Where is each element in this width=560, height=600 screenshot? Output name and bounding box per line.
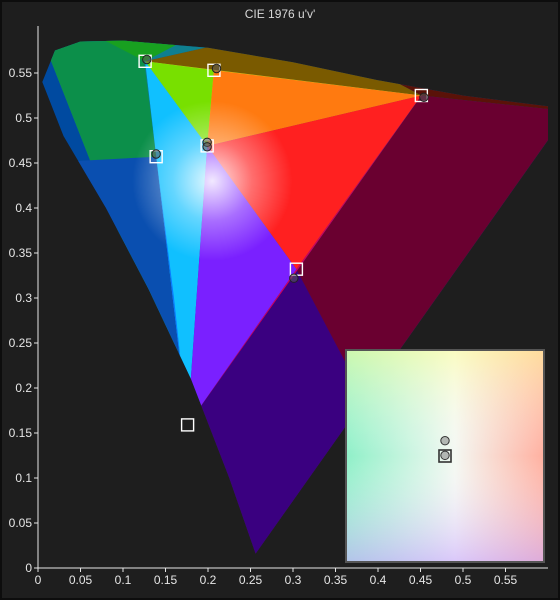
y-tick-label: 0.45 bbox=[9, 156, 33, 170]
measured-circle-marker bbox=[202, 142, 212, 152]
y-tick-label: 0.05 bbox=[9, 516, 33, 530]
x-tick-label: 0.15 bbox=[154, 573, 178, 587]
y-tick-label: 0.35 bbox=[9, 246, 33, 260]
y-tick-label: 0.4 bbox=[15, 201, 32, 215]
x-tick-label: 0.5 bbox=[455, 573, 472, 587]
white-point-glow bbox=[132, 101, 293, 261]
measured-circle-marker bbox=[151, 149, 161, 159]
chromaticity-chart: 0 0.05 0.1 0.15 0.2 0.25 0.3 0.35 0.4 0.45 0.5 0.55… bbox=[9, 26, 548, 587]
x-tick-label: 0.35 bbox=[324, 573, 348, 587]
y-tick-label: 0.3 bbox=[15, 291, 32, 305]
inset-circle-marker bbox=[440, 450, 450, 461]
x-tick-label: 0.45 bbox=[409, 573, 433, 587]
y-tick-label: 0 bbox=[25, 561, 32, 575]
y-tick-label: 0.25 bbox=[9, 336, 33, 350]
x-tick-label: 0.1 bbox=[115, 573, 132, 587]
measured-circle-marker bbox=[419, 92, 429, 103]
x-tick-label: 0.4 bbox=[370, 573, 387, 587]
y-tick-label: 0.2 bbox=[15, 381, 32, 395]
inset-circle-marker bbox=[440, 436, 450, 446]
measured-circle-marker bbox=[142, 54, 152, 65]
x-tick-label: 0.55 bbox=[494, 573, 518, 587]
y-tick-label: 0.55 bbox=[9, 66, 33, 80]
y-tick-label: 0.5 bbox=[15, 111, 32, 125]
x-tick-label: 0 bbox=[35, 573, 42, 587]
measured-circle-marker bbox=[211, 63, 222, 74]
x-tick-label: 0.2 bbox=[200, 573, 217, 587]
measured-circle-marker bbox=[289, 273, 299, 283]
x-tick-label: 0.25 bbox=[239, 573, 263, 587]
y-tick-label: 0.15 bbox=[9, 426, 33, 440]
x-tick-label: 0.05 bbox=[69, 573, 93, 587]
x-tick-label: 0.3 bbox=[285, 573, 302, 587]
y-tick-label: 0.1 bbox=[15, 471, 32, 485]
target-square-marker bbox=[180, 418, 195, 432]
